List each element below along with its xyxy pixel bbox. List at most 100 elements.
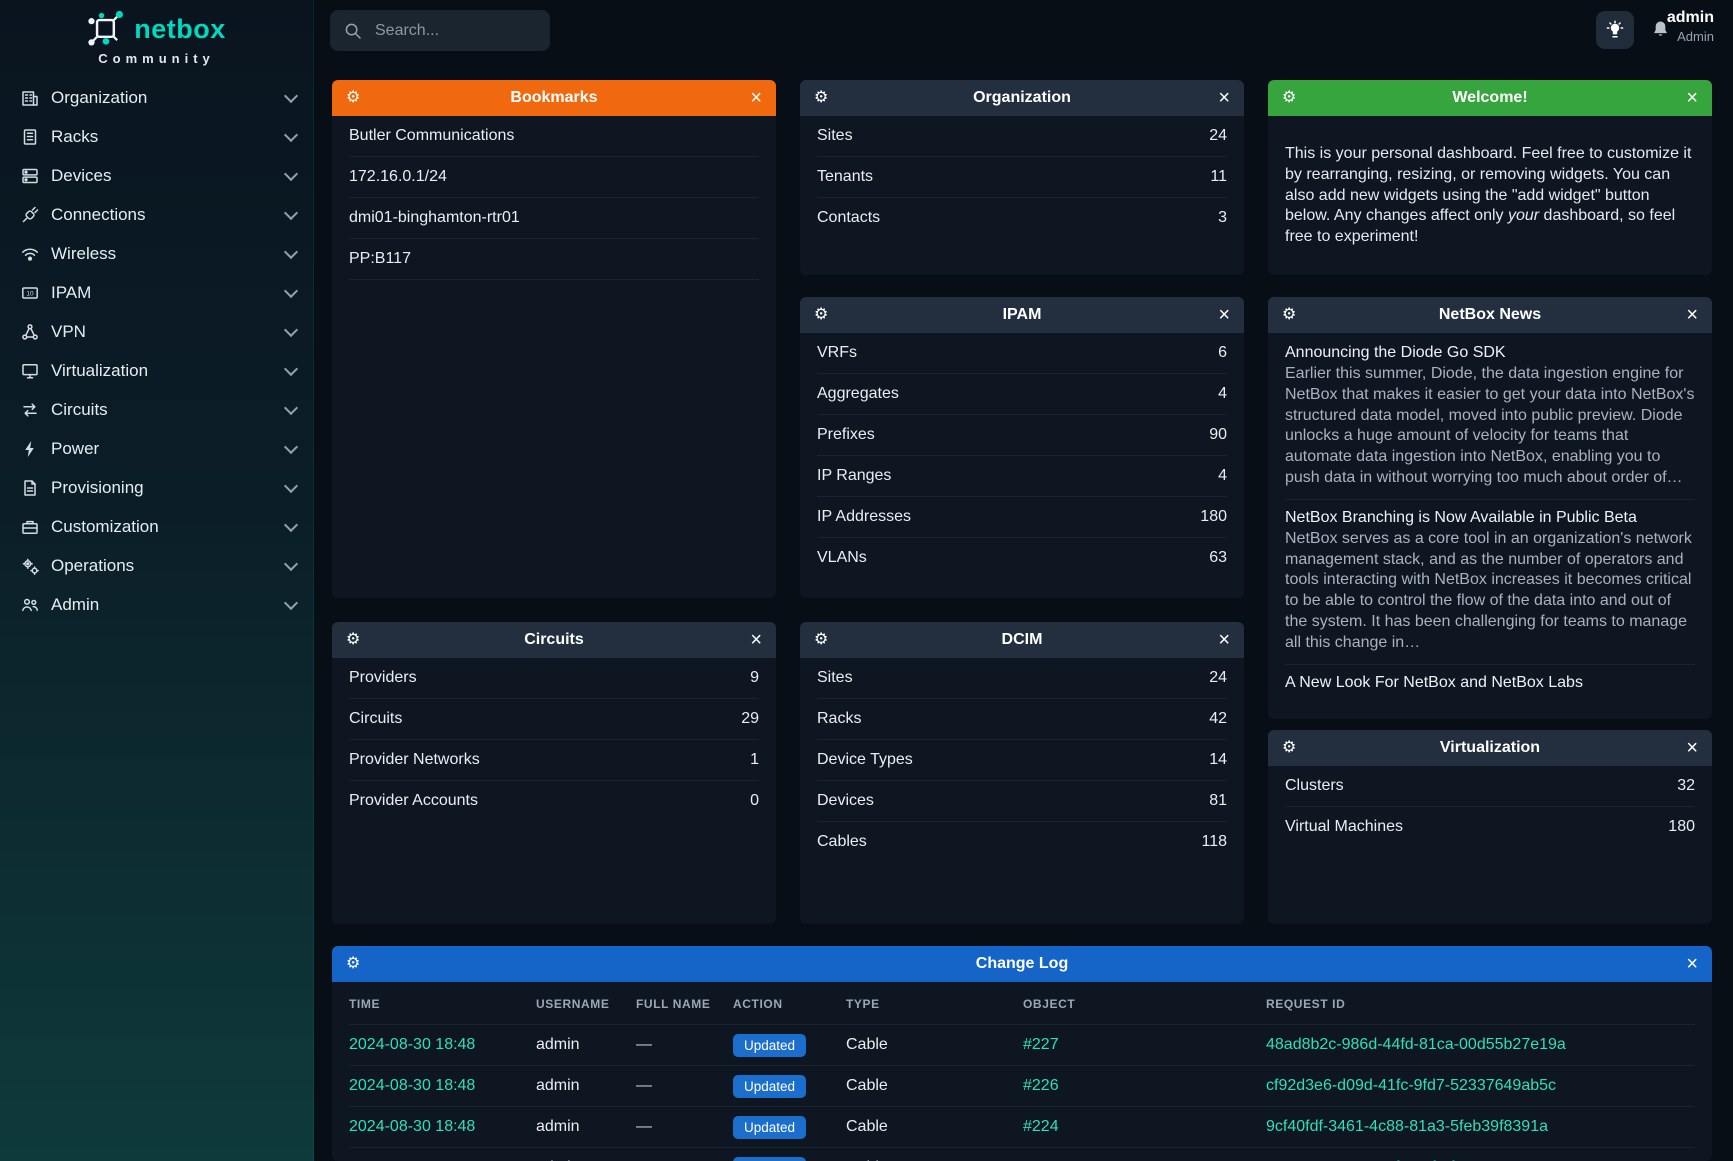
stat-label: Provider Networks (349, 751, 480, 769)
sidebar-item-label: Wireless (51, 244, 286, 264)
stat-label: Providers (349, 669, 417, 687)
sidebar-item-circuits[interactable]: Circuits (0, 390, 313, 429)
stat-value[interactable]: 0 (750, 792, 759, 810)
news-headline-link[interactable]: A New Look For NetBox and NetBox Labs (1285, 674, 1695, 692)
object-link[interactable]: #226 (1023, 1077, 1059, 1094)
sidebar-item-vpn[interactable]: VPN (0, 312, 313, 351)
netbox-logo[interactable]: netbox Community (0, 10, 313, 66)
sidebar-item-customization[interactable]: Customization (0, 507, 313, 546)
news-headline-link[interactable]: NetBox Branching is Now Available in Pub… (1285, 509, 1695, 527)
sidebar-item-wireless[interactable]: Wireless (0, 234, 313, 273)
gear-icon[interactable]: ⚙ (814, 90, 828, 106)
stat-value[interactable]: 118 (1201, 833, 1227, 851)
gear-icon[interactable]: ⚙ (814, 632, 828, 648)
stat-value[interactable]: 3 (1218, 209, 1227, 227)
gear-icon[interactable]: ⚙ (1282, 307, 1296, 323)
stat-value[interactable]: 42 (1209, 710, 1227, 728)
stat-value[interactable]: 4 (1218, 467, 1227, 485)
stat-value[interactable]: 1 (750, 751, 759, 769)
sidebar-item-admin[interactable]: Admin (0, 585, 313, 624)
sidebar-item-devices[interactable]: Devices (0, 156, 313, 195)
stat-value[interactable]: 9 (750, 669, 759, 687)
column-header: TIME (349, 982, 536, 1025)
news-item: NetBox Branching is Now Available in Pub… (1285, 500, 1695, 665)
close-icon[interactable]: × (750, 630, 762, 650)
stat-label: Tenants (817, 168, 873, 186)
stat-value[interactable]: 6 (1218, 344, 1227, 362)
sidebar-item-label: Operations (51, 556, 286, 576)
stat-value[interactable]: 180 (1668, 818, 1695, 836)
close-icon[interactable]: × (1686, 954, 1698, 974)
widget-title: DCIM (800, 631, 1244, 649)
sidebar-item-connections[interactable]: Connections (0, 195, 313, 234)
stat-value[interactable]: 29 (741, 710, 759, 728)
username: admin (536, 1118, 580, 1135)
stat-value[interactable]: 180 (1200, 508, 1227, 526)
action-badge: Updated (733, 1075, 806, 1098)
widget-header: ⚙ Virtualization × (1268, 730, 1712, 766)
table-row: 2024-08-30 18:48admin—UpdatedCable#22748… (349, 1025, 1695, 1066)
close-icon[interactable]: × (1218, 630, 1230, 650)
search-box[interactable] (330, 10, 550, 51)
gear-icon[interactable]: ⚙ (814, 307, 828, 323)
bookmark-list: Butler Communications172.16.0.1/24dmi01-… (332, 116, 776, 280)
sidebar-item-provisioning[interactable]: Provisioning (0, 468, 313, 507)
request-id-link[interactable]: cf92d3e6-d09d-41fc-9fd7-52337649ab5c (1266, 1077, 1556, 1094)
time-link[interactable]: 2024-08-30 18:48 (349, 1036, 475, 1053)
widget-change-log: ⚙ Change Log × TIMEUSERNAMEFULL NAMEACTI… (332, 946, 1712, 1161)
user-menu[interactable]: admin Admin (1667, 9, 1714, 44)
sidebar-item-virtualization[interactable]: Virtualization (0, 351, 313, 390)
gear-icon[interactable]: ⚙ (1282, 740, 1296, 756)
time-link[interactable]: 2024-08-30 18:48 (349, 1118, 475, 1135)
stat-value[interactable]: 32 (1677, 777, 1695, 795)
request-id-link[interactable]: 48ad8b2c-986d-44fd-81ca-00d55b27e19a (1266, 1036, 1566, 1053)
sidebar-item-label: Racks (51, 127, 286, 147)
gear-icon[interactable]: ⚙ (346, 90, 360, 106)
widget-bookmarks: ⚙ Bookmarks × Butler Communications172.1… (332, 80, 776, 598)
close-icon[interactable]: × (1686, 738, 1698, 758)
bookmark-item[interactable]: PP:B117 (349, 239, 759, 280)
search-input[interactable] (373, 21, 537, 41)
close-icon[interactable]: × (750, 88, 762, 108)
sidebar-item-ipam[interactable]: 10IPAM (0, 273, 313, 312)
stat-value[interactable]: 11 (1210, 168, 1227, 186)
close-icon[interactable]: × (1218, 88, 1230, 108)
username: admin (536, 1036, 580, 1053)
sidebar-item-organization[interactable]: Organization (0, 78, 313, 117)
news-list: Announcing the Diode Go SDKEarlier this … (1268, 333, 1712, 702)
close-icon[interactable]: × (1686, 305, 1698, 325)
transfer-icon (19, 400, 41, 420)
action-badge: Updated (733, 1157, 806, 1161)
sidebar-item-operations[interactable]: Operations (0, 546, 313, 585)
bookmark-item[interactable]: dmi01-binghamton-rtr01 (349, 198, 759, 239)
object-link[interactable]: #224 (1023, 1118, 1059, 1135)
object-link[interactable]: #227 (1023, 1036, 1059, 1053)
bookmark-item[interactable]: Butler Communications (349, 116, 759, 157)
stat-value[interactable]: 90 (1209, 426, 1227, 444)
chevron-down-icon (284, 556, 298, 570)
time-link[interactable]: 2024-08-30 18:48 (349, 1077, 475, 1094)
gear-icon[interactable]: ⚙ (1282, 90, 1296, 106)
stat-value[interactable]: 81 (1209, 792, 1227, 810)
stat-value[interactable]: 24 (1209, 669, 1227, 687)
close-icon[interactable]: × (1686, 88, 1698, 108)
news-headline-link[interactable]: Announcing the Diode Go SDK (1285, 344, 1695, 362)
gear-icon[interactable]: ⚙ (346, 956, 360, 972)
stat-value[interactable]: 24 (1209, 127, 1227, 145)
theme-toggle-button[interactable] (1596, 11, 1634, 49)
news-item: Announcing the Diode Go SDKEarlier this … (1285, 335, 1695, 500)
sidebar: netbox Community Organization Racks Device… (0, 0, 314, 1161)
request-id-link[interactable]: 9cf40fdf-3461-4c88-81a3-5feb39f8391a (1266, 1118, 1548, 1135)
bookmark-item[interactable]: 172.16.0.1/24 (349, 157, 759, 198)
stat-row: Aggregates4 (817, 374, 1227, 415)
gear-icon[interactable]: ⚙ (346, 632, 360, 648)
stat-value[interactable]: 63 (1209, 549, 1227, 567)
stat-value[interactable]: 14 (1209, 751, 1227, 769)
sidebar-item-power[interactable]: Power (0, 429, 313, 468)
stat-label: Sites (817, 127, 853, 145)
chevron-down-icon (284, 127, 298, 141)
close-icon[interactable]: × (1218, 305, 1230, 325)
building-icon (19, 88, 41, 108)
sidebar-item-racks[interactable]: Racks (0, 117, 313, 156)
stat-value[interactable]: 4 (1218, 385, 1227, 403)
